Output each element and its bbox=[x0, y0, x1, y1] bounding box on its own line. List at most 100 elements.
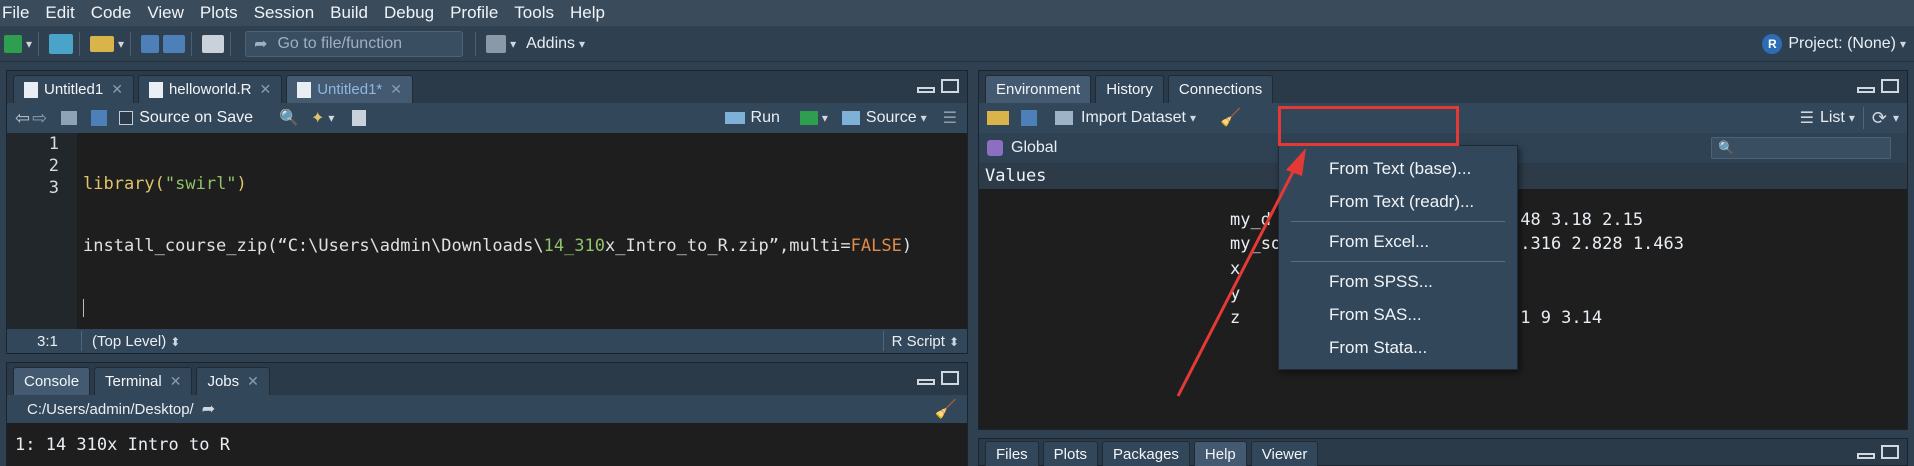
files-pane: Files Plots Packages Help Viewer bbox=[978, 438, 1908, 466]
menu-item-from-text-readr[interactable]: From Text (readr)... bbox=[1279, 185, 1517, 218]
menu-profile[interactable]: Profile bbox=[450, 3, 498, 23]
menu-edit[interactable]: Edit bbox=[45, 3, 74, 23]
line-number: 2 bbox=[48, 156, 59, 176]
close-icon[interactable]: ✕ bbox=[111, 81, 123, 98]
menu-item-from-stata[interactable]: From Stata... bbox=[1279, 331, 1517, 364]
menu-divider bbox=[1291, 261, 1505, 262]
back-arrow-icon[interactable]: ⇦ bbox=[15, 108, 30, 129]
tab-untitled1-modified[interactable]: Untitled1* ✕ bbox=[286, 75, 413, 103]
workspace-panes-button[interactable]: ▾ bbox=[486, 30, 516, 58]
menu-session[interactable]: Session bbox=[254, 3, 314, 23]
tab-label: Viewer bbox=[1261, 446, 1308, 463]
minimize-icon[interactable] bbox=[917, 87, 935, 93]
global-env-selector[interactable]: Global bbox=[1011, 139, 1057, 157]
save-button[interactable] bbox=[141, 30, 160, 58]
tab-console[interactable]: Console bbox=[13, 367, 91, 395]
tab-files[interactable]: Files bbox=[985, 441, 1039, 466]
tab-connections[interactable]: Connections bbox=[1167, 75, 1274, 103]
env-row[interactable]: z bbox=[1230, 308, 1240, 328]
tab-environment[interactable]: Environment bbox=[985, 75, 1092, 103]
outline-icon[interactable]: ☰ bbox=[943, 108, 957, 128]
clear-console-icon[interactable]: 🧹 bbox=[935, 399, 957, 420]
maximize-icon[interactable] bbox=[1881, 445, 1899, 459]
scope-selector[interactable]: (Top Level) ⬍ bbox=[82, 333, 180, 350]
source-on-save-checkbox[interactable] bbox=[119, 111, 134, 125]
tab-plots[interactable]: Plots bbox=[1042, 441, 1099, 466]
menu-item-from-spss[interactable]: From SPSS... bbox=[1279, 265, 1517, 298]
close-icon[interactable]: ✕ bbox=[390, 81, 402, 98]
tab-untitled1[interactable]: Untitled1 ✕ bbox=[13, 75, 134, 103]
go-to-directory-icon[interactable]: ➦ bbox=[202, 399, 215, 419]
env-row-value: .1 9 3.14 bbox=[1510, 308, 1602, 328]
minimize-icon[interactable] bbox=[1857, 87, 1875, 93]
source-icon bbox=[841, 111, 860, 125]
menu-item-from-sas[interactable]: From SAS... bbox=[1279, 298, 1517, 331]
console-window-controls bbox=[917, 371, 959, 385]
go-to-file-placeholder: Go to file/function bbox=[277, 34, 402, 52]
env-row[interactable]: y bbox=[1230, 284, 1240, 304]
tab-label: History bbox=[1106, 81, 1153, 98]
tab-packages[interactable]: Packages bbox=[1102, 441, 1190, 466]
import-dataset-button[interactable]: Import Dataset ▾ bbox=[1051, 109, 1200, 127]
source-button[interactable]: Source ▾ bbox=[841, 109, 927, 127]
tab-history[interactable]: History bbox=[1095, 75, 1164, 103]
close-icon[interactable]: ✕ bbox=[170, 373, 182, 390]
minimize-icon[interactable] bbox=[1857, 453, 1875, 459]
maximize-icon[interactable] bbox=[941, 371, 959, 385]
save-workspace-icon[interactable] bbox=[1021, 110, 1037, 126]
search-icon[interactable]: 🔍 bbox=[279, 108, 299, 128]
minimize-icon[interactable] bbox=[917, 379, 935, 385]
run-button[interactable]: Run bbox=[724, 109, 780, 127]
menu-build[interactable]: Build bbox=[330, 3, 368, 23]
environment-search-input[interactable]: 🔍 bbox=[1711, 137, 1891, 159]
env-row[interactable]: x bbox=[1230, 259, 1240, 279]
list-view-selector[interactable]: ☰ List ▾ bbox=[1800, 108, 1855, 128]
console-output[interactable]: 1: 14 310x Intro to R bbox=[7, 423, 967, 466]
go-to-file-input[interactable]: ➦ Go to file/function bbox=[245, 30, 464, 57]
new-file-button[interactable]: ▾ bbox=[4, 30, 32, 58]
close-icon[interactable]: ✕ bbox=[259, 81, 271, 98]
env-row[interactable]: my_so bbox=[1230, 234, 1281, 254]
compile-report-icon[interactable] bbox=[352, 110, 367, 126]
env-var-name: z bbox=[1230, 308, 1241, 328]
filetype-selector[interactable]: R Script ⬍ bbox=[884, 333, 967, 350]
tab-helloworld[interactable]: helloworld.R ✕ bbox=[137, 75, 283, 103]
menu-help[interactable]: Help bbox=[570, 3, 605, 23]
load-workspace-icon[interactable] bbox=[987, 111, 1009, 125]
broom-icon[interactable]: 🧹 bbox=[1220, 108, 1241, 128]
tab-jobs[interactable]: Jobs ✕ bbox=[196, 367, 270, 395]
menu-debug[interactable]: Debug bbox=[384, 3, 434, 23]
print-button[interactable] bbox=[202, 30, 225, 58]
tab-help[interactable]: Help bbox=[1193, 441, 1247, 466]
scope-label: (Top Level) bbox=[92, 332, 167, 350]
menu-plots[interactable]: Plots bbox=[200, 3, 238, 23]
close-icon[interactable]: ✕ bbox=[247, 373, 259, 390]
open-file-button[interactable]: ▾ bbox=[90, 30, 124, 58]
show-in-window-icon[interactable] bbox=[61, 111, 78, 125]
maximize-icon[interactable] bbox=[941, 79, 959, 93]
refresh-icon[interactable]: ⟳ bbox=[1872, 108, 1887, 129]
new-project-button[interactable] bbox=[49, 30, 74, 58]
menu-code[interactable]: Code bbox=[91, 3, 132, 23]
tab-label: Connections bbox=[1178, 81, 1263, 98]
tab-viewer[interactable]: Viewer bbox=[1250, 441, 1319, 466]
magic-wand-icon[interactable]: ✦ bbox=[311, 108, 324, 128]
rerun-icon[interactable] bbox=[799, 111, 818, 125]
save-all-button[interactable] bbox=[163, 30, 186, 58]
menu-file[interactable]: File bbox=[2, 3, 29, 23]
menu-tools[interactable]: Tools bbox=[514, 3, 554, 23]
code-lines: library("swirl") install_course_zip(“C:\… bbox=[83, 133, 967, 359]
tab-terminal[interactable]: Terminal ✕ bbox=[94, 367, 193, 395]
menu-view[interactable]: View bbox=[147, 3, 184, 23]
forward-arrow-icon[interactable]: ⇨ bbox=[32, 108, 47, 129]
env-row[interactable]: my_d bbox=[1230, 210, 1271, 230]
menu-item-from-text-base[interactable]: From Text (base)... bbox=[1279, 152, 1517, 185]
go-to-arrow-icon: ➦ bbox=[254, 35, 268, 53]
code-editor[interactable]: 1 2 3 library("swirl") install_course_zi… bbox=[7, 133, 967, 329]
r-file-icon bbox=[24, 81, 38, 98]
addins-button[interactable]: Addins ▾ bbox=[526, 30, 585, 58]
save-icon[interactable] bbox=[91, 110, 108, 126]
project-menu[interactable]: R Project: (None) ▾ bbox=[1762, 26, 1906, 62]
maximize-icon[interactable] bbox=[1881, 79, 1899, 93]
menu-item-from-excel[interactable]: From Excel... bbox=[1279, 225, 1517, 258]
